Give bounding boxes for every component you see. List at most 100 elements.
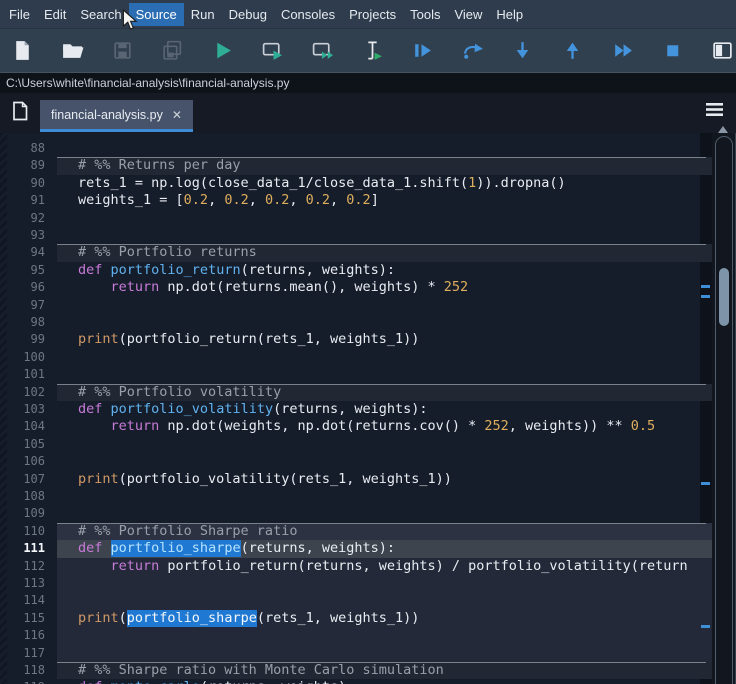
menu-item-view[interactable]: View [447, 3, 489, 26]
code-text: # %% Sharpe ratio with Monte Carlo simul… [57, 662, 712, 679]
open-file-button[interactable] [61, 39, 84, 62]
tab-close-icon[interactable]: ✕ [172, 109, 182, 121]
code-line-101[interactable]: 101 [0, 366, 712, 383]
code-line-114[interactable]: 114 [0, 592, 712, 609]
menu-item-source[interactable]: Source [129, 3, 184, 26]
save-icon [111, 39, 134, 62]
code-line-92[interactable]: 92 [0, 210, 712, 227]
code-text: # %% Returns per day [57, 157, 712, 174]
file-path-bar: C:\Users\white\financial-analysis\financ… [0, 72, 736, 93]
run-file-button[interactable] [211, 39, 234, 62]
code-line-119[interactable]: 119def monte_carlo(returns, weights): [0, 679, 712, 684]
scroll-occurrence-flag [701, 625, 710, 628]
menu-item-consoles[interactable]: Consoles [274, 3, 342, 26]
code-line-100[interactable]: 100 [0, 349, 712, 366]
code-text: def monte_carlo(returns, weights): [57, 679, 712, 684]
menu-item-file[interactable]: File [2, 3, 37, 26]
code-line-110[interactable]: 110# %% Portfolio Sharpe ratio [0, 523, 712, 540]
code-line-90[interactable]: 90rets_1 = np.log(close_data_1/close_dat… [0, 175, 712, 192]
code-line-111[interactable]: 111def portfolio_sharpe(returns, weights… [0, 540, 712, 557]
maximize-pane-icon [711, 39, 734, 62]
code-text: def portfolio_return(returns, weights): [57, 262, 712, 279]
step-into-button[interactable] [511, 39, 534, 62]
code-text [57, 645, 712, 662]
menu-item-debug[interactable]: Debug [222, 3, 274, 26]
code-text: # %% Portfolio returns [57, 244, 712, 261]
browse-tabs-button[interactable] [9, 100, 31, 122]
scrollbar-up-arrow-icon[interactable] [718, 121, 728, 133]
save-button[interactable] [111, 39, 134, 62]
editor-options-button[interactable] [705, 102, 725, 118]
hamburger-icon [705, 102, 725, 118]
code-line-96[interactable]: 96 return np.dot(returns.mean(), weights… [0, 279, 712, 296]
cell-separator [57, 662, 706, 663]
continue-execution-button[interactable] [611, 39, 634, 62]
step-over-button[interactable] [461, 39, 484, 62]
code-line-109[interactable]: 109 [0, 505, 712, 522]
menu-item-projects[interactable]: Projects [342, 3, 403, 26]
stop-debugging-button[interactable] [661, 39, 684, 62]
occurrence-highlight: portfolio_sharpe [127, 610, 257, 627]
code-line-113[interactable]: 113 [0, 575, 712, 592]
code-rows: 8889# %% Returns per day90rets_1 = np.lo… [0, 140, 712, 684]
code-text [57, 227, 712, 244]
editor-scrollbar[interactable] [712, 133, 736, 684]
tab-financial-analysis[interactable]: financial-analysis.py ✕ [40, 100, 193, 132]
run-selection-button[interactable] [361, 39, 384, 62]
code-line-95[interactable]: 95def portfolio_return(returns, weights)… [0, 262, 712, 279]
code-line-103[interactable]: 103def portfolio_volatility(returns, wei… [0, 401, 712, 418]
occurrence-highlight: portfolio_sharpe [111, 540, 241, 557]
code-text [57, 297, 712, 314]
code-line-106[interactable]: 106 [0, 453, 712, 470]
code-line-99[interactable]: 99print(portfolio_return(rets_1, weights… [0, 331, 712, 348]
save-all-button[interactable] [161, 39, 184, 62]
code-line-107[interactable]: 107print(portfolio_volatility(rets_1, we… [0, 471, 712, 488]
scrollbar-thumb[interactable] [719, 268, 729, 326]
code-editor[interactable]: 8889# %% Returns per day90rets_1 = np.lo… [0, 133, 736, 684]
menu-item-search[interactable]: Search [73, 3, 128, 26]
cell-separator [57, 523, 706, 524]
code-text [57, 349, 712, 366]
run-cell-button[interactable] [261, 39, 284, 62]
new-file-button[interactable] [11, 39, 34, 62]
code-line-88[interactable]: 88 [0, 140, 712, 157]
menu-item-run[interactable]: Run [184, 3, 222, 26]
code-text [57, 314, 712, 331]
new-file-icon [11, 39, 34, 62]
code-line-93[interactable]: 93 [0, 227, 712, 244]
scrollbar-track[interactable] [715, 136, 733, 684]
open-folder-icon [61, 39, 84, 62]
code-line-108[interactable]: 108 [0, 488, 712, 505]
menu-item-help[interactable]: Help [489, 3, 530, 26]
spyder-window: FileEditSearchSourceRunDebugConsolesProj… [0, 0, 736, 684]
maximize-pane-button[interactable] [711, 39, 734, 62]
code-line-116[interactable]: 116 [0, 627, 712, 644]
menu-item-edit[interactable]: Edit [37, 3, 73, 26]
code-line-104[interactable]: 104 return np.dot(weights, np.dot(return… [0, 418, 712, 435]
code-line-118[interactable]: 118# %% Sharpe ratio with Monte Carlo si… [0, 662, 712, 679]
run-icon [211, 39, 234, 62]
code-line-89[interactable]: 89# %% Returns per day [0, 157, 712, 174]
menu-item-tools[interactable]: Tools [403, 3, 447, 26]
code-text: def portfolio_volatility(returns, weight… [57, 401, 712, 418]
code-text [57, 488, 712, 505]
code-line-115[interactable]: 115print(portfolio_sharpe(rets_1, weight… [0, 610, 712, 627]
code-text: return np.dot(weights, np.dot(returns.co… [57, 418, 712, 435]
continue-icon [611, 39, 634, 62]
code-line-91[interactable]: 91weights_1 = [0.2, 0.2, 0.2, 0.2, 0.2] [0, 192, 712, 209]
debug-file-button[interactable] [411, 39, 434, 62]
run-cell-advance-button[interactable] [311, 39, 334, 62]
code-line-117[interactable]: 117 [0, 645, 712, 662]
code-line-97[interactable]: 97 [0, 297, 712, 314]
code-line-98[interactable]: 98 [0, 314, 712, 331]
step-out-button[interactable] [561, 39, 584, 62]
code-text [57, 575, 712, 592]
code-line-112[interactable]: 112 return portfolio_return(returns, wei… [0, 558, 712, 575]
code-line-102[interactable]: 102# %% Portfolio volatility [0, 384, 712, 401]
code-text [57, 436, 712, 453]
cell-separator [57, 157, 706, 158]
code-text: weights_1 = [0.2, 0.2, 0.2, 0.2, 0.2] [57, 192, 712, 209]
editor-tab-bar: financial-analysis.py ✕ [0, 93, 736, 133]
code-line-94[interactable]: 94# %% Portfolio returns [0, 244, 712, 261]
code-line-105[interactable]: 105 [0, 436, 712, 453]
